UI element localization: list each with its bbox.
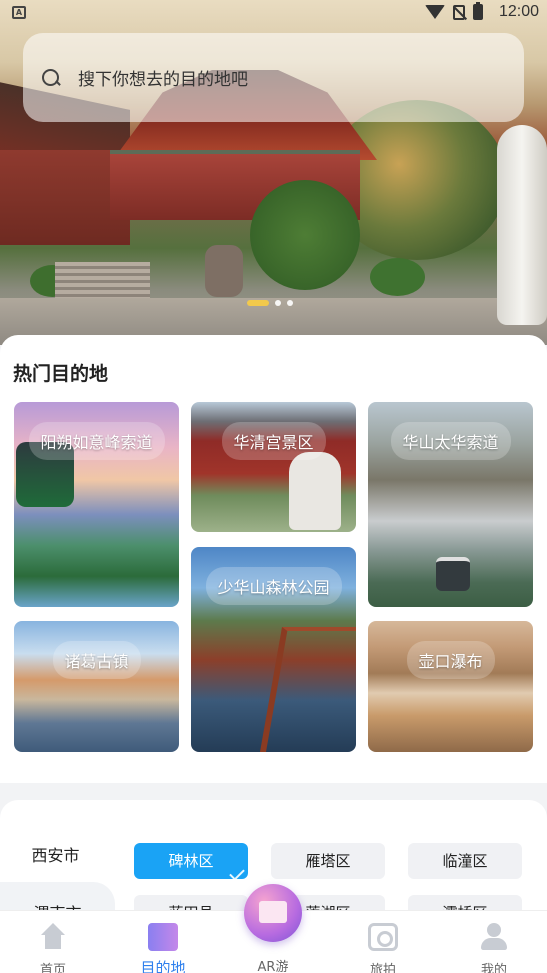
destination-tile[interactable]: 华山太华索道 <box>368 402 533 607</box>
hero-banner[interactable]: A 12:00 搜下你想去的目的地吧 <box>0 0 547 345</box>
nav-label: 目的地 <box>140 959 186 973</box>
destination-tile[interactable]: 壶口瀑布 <box>368 621 533 752</box>
banner-dot[interactable] <box>287 300 293 306</box>
destination-tile[interactable]: 少华山森林公园 <box>191 547 356 752</box>
banner-bush <box>250 180 360 290</box>
status-time: 12:00 <box>498 3 539 20</box>
nav-item-profile[interactable]: 我的 <box>454 911 534 973</box>
home-icon <box>38 923 68 951</box>
destination-icon <box>148 923 178 951</box>
banner-bush <box>370 258 425 296</box>
no-sim-icon <box>453 4 465 20</box>
destination-name: 诸葛古镇 <box>52 641 141 679</box>
destination-name: 壶口瀑布 <box>406 641 495 679</box>
destination-tile[interactable]: 华清宫景区 <box>191 402 356 532</box>
nav-label: 旅拍 <box>369 963 396 973</box>
banner-dot[interactable] <box>275 300 281 306</box>
destination-tile[interactable]: 诸葛古镇 <box>14 621 179 752</box>
check-icon <box>229 865 245 881</box>
battery-icon <box>473 2 483 20</box>
search-icon <box>41 68 61 88</box>
hot-destinations-section: 热门目的地 阳朔如意峰索道 华清宫景区 华山太华索道 少华山森林公园 诸葛古镇 … <box>0 335 547 783</box>
nav-label: 我的 <box>480 963 507 973</box>
status-bar: A 12:00 <box>0 0 547 27</box>
banner-pagination <box>247 300 293 306</box>
nav-item-destination[interactable]: 目的地 <box>123 911 203 973</box>
nav-label: 首页 <box>39 963 66 973</box>
district-label: 碑林区 <box>168 852 214 870</box>
user-icon <box>479 923 509 951</box>
district-item-selected[interactable]: 碑林区 <box>134 843 248 881</box>
city-item-selected[interactable]: 西安市 <box>0 842 113 866</box>
banner-statue <box>497 125 547 325</box>
destination-name: 华山太华索道 <box>390 422 511 460</box>
banner-dot-active[interactable] <box>247 300 269 306</box>
destination-name: 少华山森林公园 <box>205 567 342 605</box>
bridge-image <box>259 627 356 752</box>
section-title: 热门目的地 <box>13 363 109 385</box>
district-item[interactable]: 雁塔区 <box>271 843 385 879</box>
destination-name: 华清宫景区 <box>221 422 326 460</box>
nav-label-ar: AR游 <box>257 960 289 973</box>
search-input[interactable]: 搜下你想去的目的地吧 <box>23 33 524 122</box>
camera-icon <box>368 923 398 951</box>
nav-item-photo[interactable]: 旅拍 <box>343 911 423 973</box>
wifi-icon <box>425 5 445 19</box>
stone-monument-image <box>289 452 341 530</box>
cable-car-image <box>436 557 470 591</box>
banner-rock <box>205 245 243 297</box>
destination-tile[interactable]: 阳朔如意峰索道 <box>14 402 179 607</box>
nav-item-home[interactable]: 首页 <box>13 911 93 973</box>
ar-tour-button[interactable] <box>244 884 302 942</box>
ar-icon <box>259 901 287 923</box>
city-list: 西安市 渭南市 <box>0 822 115 920</box>
notification-icon: A <box>12 6 26 19</box>
district-item[interactable]: 临潼区 <box>408 843 522 879</box>
search-placeholder: 搜下你想去的目的地吧 <box>78 70 248 90</box>
destination-name: 阳朔如意峰索道 <box>28 422 165 460</box>
